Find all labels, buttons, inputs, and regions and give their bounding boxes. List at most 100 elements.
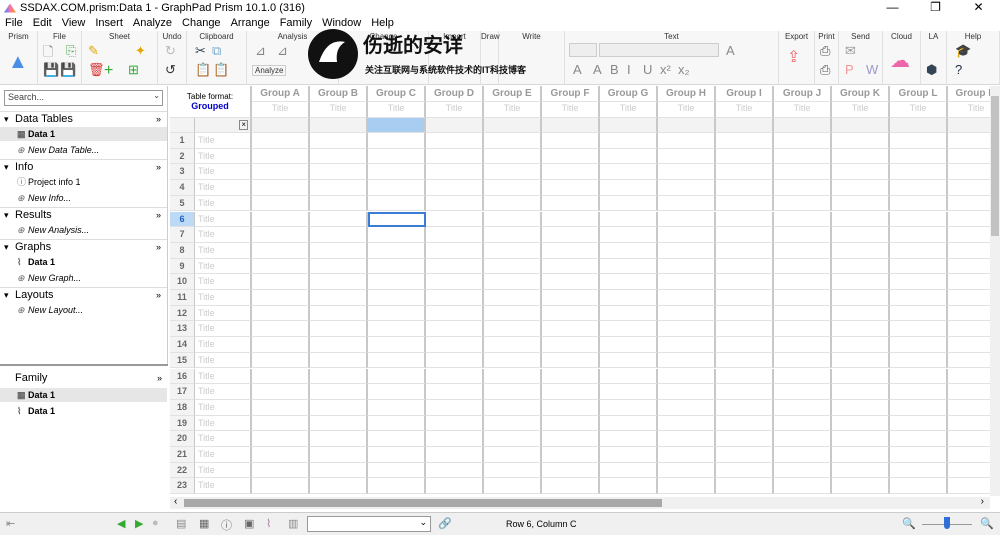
- table-cell[interactable]: [368, 399, 426, 416]
- table-cell[interactable]: [310, 305, 368, 322]
- row-title-input[interactable]: Title: [195, 164, 252, 181]
- table-cell[interactable]: [774, 180, 832, 196]
- table-cell[interactable]: [890, 258, 948, 275]
- column-subheader[interactable]: [426, 118, 484, 133]
- menu-analyze[interactable]: Analyze: [128, 16, 177, 31]
- column-header[interactable]: Group A: [252, 86, 310, 102]
- table-cell[interactable]: [252, 447, 310, 463]
- panel-toggle-icon[interactable]: ⇤: [6, 517, 15, 530]
- table-cell[interactable]: [252, 352, 310, 369]
- chevron-down-icon[interactable]: ⌄: [153, 91, 160, 100]
- column-subheader[interactable]: [774, 118, 832, 133]
- table-cell[interactable]: [484, 211, 542, 228]
- table-cell[interactable]: [542, 180, 600, 196]
- table-cell[interactable]: [426, 148, 484, 165]
- row-number[interactable]: 19: [170, 415, 195, 432]
- table-cell[interactable]: [948, 337, 990, 353]
- row-number[interactable]: 23: [170, 478, 195, 495]
- table-cell[interactable]: [600, 258, 658, 275]
- table-cell[interactable]: [890, 195, 948, 212]
- column-title-input[interactable]: Title: [310, 102, 368, 118]
- section-layouts[interactable]: Layouts ▾ »: [0, 287, 167, 303]
- table-cell[interactable]: [948, 321, 990, 338]
- menu-help[interactable]: Help: [366, 16, 399, 31]
- row-number[interactable]: 4: [170, 180, 195, 196]
- table-cell[interactable]: [426, 305, 484, 322]
- table-cell[interactable]: [542, 352, 600, 369]
- table-cell[interactable]: [426, 227, 484, 243]
- table-cell[interactable]: [252, 290, 310, 306]
- table-cell[interactable]: [948, 149, 990, 165]
- table-cell[interactable]: [368, 148, 426, 165]
- table-cell[interactable]: [948, 463, 990, 479]
- section-data-tables[interactable]: Data Tables ▾ »: [0, 111, 167, 127]
- table-cell[interactable]: [310, 164, 368, 181]
- column-header[interactable]: Group J: [774, 86, 832, 102]
- table-cell[interactable]: [890, 384, 948, 400]
- table-cell[interactable]: [948, 384, 990, 400]
- table-cell[interactable]: [252, 148, 310, 165]
- help-icon[interactable]: ?: [955, 62, 962, 77]
- table-cell[interactable]: [658, 431, 716, 447]
- table-cell[interactable]: [774, 305, 832, 322]
- table-cell[interactable]: [310, 211, 368, 228]
- column-subheader[interactable]: [310, 118, 368, 133]
- menu-arrange[interactable]: Arrange: [226, 16, 275, 31]
- sheet-selector-dropdown[interactable]: ⌄: [307, 516, 431, 532]
- column-subheader[interactable]: [658, 118, 716, 133]
- table-cell[interactable]: [948, 274, 990, 290]
- sidebar-item[interactable]: ⊕ New Data Table...: [17, 143, 167, 157]
- table-cell[interactable]: [832, 321, 890, 338]
- table-cell[interactable]: [542, 337, 600, 353]
- table-cell[interactable]: [368, 337, 426, 353]
- chevron-icon[interactable]: »: [156, 208, 161, 223]
- table-cell[interactable]: [368, 180, 426, 196]
- table-cell[interactable]: [658, 164, 716, 181]
- column-header[interactable]: Group F: [542, 86, 600, 102]
- table-cell[interactable]: [600, 290, 658, 306]
- table-cell[interactable]: [774, 227, 832, 243]
- table-cell[interactable]: [948, 353, 990, 369]
- row-number[interactable]: 21: [170, 447, 195, 463]
- table-cell[interactable]: [252, 274, 310, 290]
- table-cell[interactable]: [600, 462, 658, 479]
- menu-window[interactable]: Window: [317, 16, 366, 31]
- table-cell[interactable]: [600, 352, 658, 369]
- table-cell[interactable]: [658, 290, 716, 306]
- table-cell[interactable]: [716, 195, 774, 212]
- table-cell[interactable]: [252, 258, 310, 275]
- font-size-select[interactable]: [569, 43, 597, 57]
- table-cell[interactable]: [716, 337, 774, 353]
- table-cell[interactable]: [658, 399, 716, 416]
- table-cell[interactable]: [890, 415, 948, 432]
- table-cell[interactable]: [832, 462, 890, 479]
- table-cell[interactable]: [310, 352, 368, 369]
- table-cell[interactable]: [658, 148, 716, 165]
- table-cell[interactable]: [484, 415, 542, 432]
- table-cell[interactable]: [658, 211, 716, 228]
- table-cell[interactable]: [484, 337, 542, 353]
- table-cell[interactable]: [774, 431, 832, 447]
- table-cell[interactable]: [658, 133, 716, 149]
- table-cell[interactable]: [310, 180, 368, 196]
- table-cell[interactable]: [658, 321, 716, 338]
- chevron-icon[interactable]: »: [156, 288, 161, 303]
- table-cell[interactable]: [600, 180, 658, 196]
- collapse-arrow-icon[interactable]: ▾: [4, 240, 9, 255]
- add-icon[interactable]: +: [104, 62, 113, 80]
- table-cell[interactable]: [890, 133, 948, 149]
- table-cell[interactable]: [600, 447, 658, 463]
- table-cell[interactable]: [716, 431, 774, 447]
- table-cell[interactable]: [368, 447, 426, 463]
- table-cell[interactable]: [252, 227, 310, 243]
- table-cell[interactable]: [890, 462, 948, 479]
- table-cell[interactable]: [542, 462, 600, 479]
- pin-icon[interactable]: ✦: [135, 43, 146, 59]
- column-title-input[interactable]: Title: [948, 102, 990, 118]
- table-cell[interactable]: [948, 431, 990, 447]
- table-cell[interactable]: [890, 164, 948, 181]
- graph-icon[interactable]: ⌇: [266, 517, 271, 530]
- table-cell[interactable]: [310, 133, 368, 149]
- table-cell[interactable]: [368, 290, 426, 306]
- row-number[interactable]: 17: [170, 384, 195, 400]
